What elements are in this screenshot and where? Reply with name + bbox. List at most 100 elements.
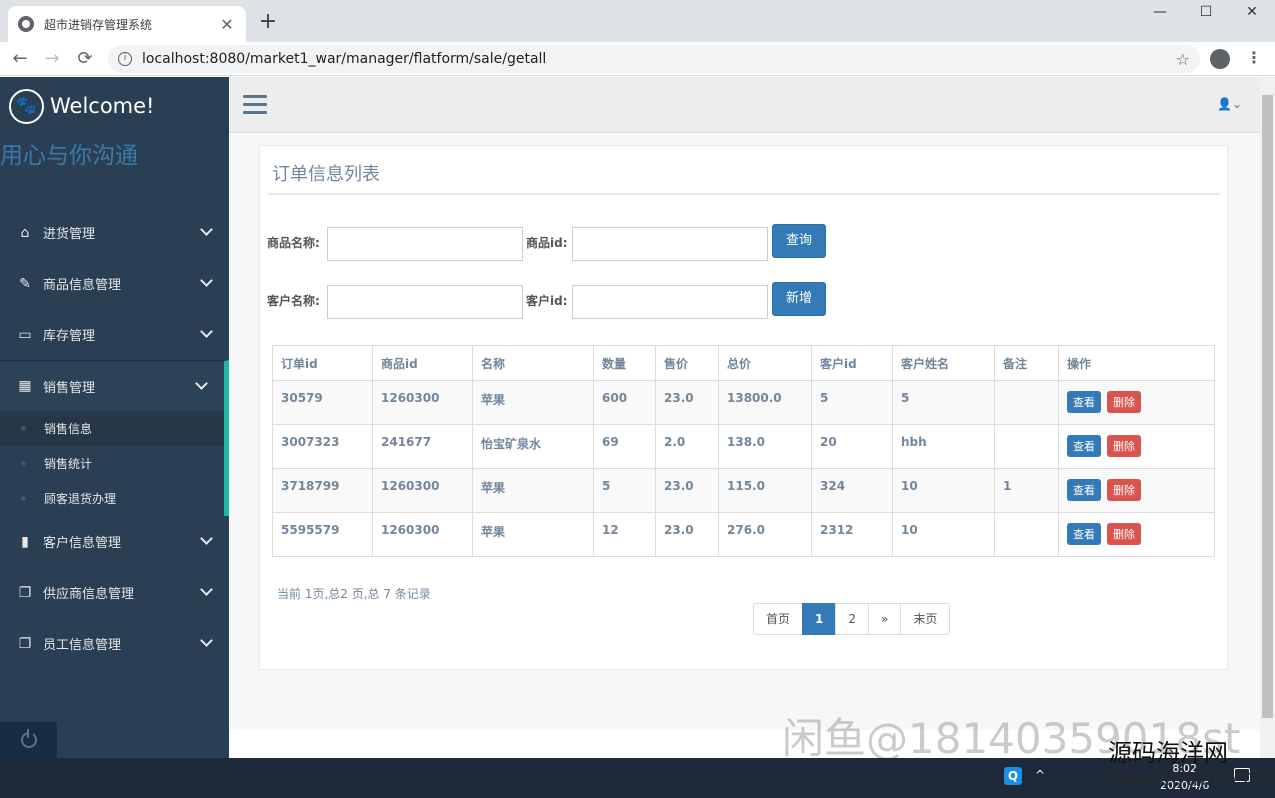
page-link-1[interactable]: 1 xyxy=(802,603,837,635)
sidebar-item-purchase[interactable]: ⌂ 进货管理 xyxy=(0,207,229,258)
search-button[interactable]: 查询 xyxy=(772,224,826,258)
chevron-down-icon xyxy=(200,532,213,545)
cell-product-id: 1260300 xyxy=(372,468,473,513)
sidebar-item-employees[interactable]: ❐ 员工信息管理 xyxy=(0,618,229,669)
view-button[interactable]: 查看 xyxy=(1067,435,1101,457)
sidebar-item-label: 商品信息管理 xyxy=(43,278,122,293)
close-tab-icon[interactable]: ✕ xyxy=(218,15,236,34)
sidebar-item-products[interactable]: ✎ 商品信息管理 xyxy=(0,258,229,309)
column-header: 客户姓名 xyxy=(892,345,995,381)
tray-expand-icon[interactable]: ^ xyxy=(1035,768,1045,782)
cell-quantity: 5 xyxy=(593,468,656,513)
browser-tab[interactable]: 超市进销存管理系统 ✕ xyxy=(8,6,246,42)
chevron-down-icon xyxy=(200,634,213,647)
back-button[interactable]: ← xyxy=(6,46,34,72)
delete-button[interactable]: 删除 xyxy=(1107,391,1141,413)
site-watermark-url: www.codehy.com xyxy=(1100,766,1275,791)
cell-actions: 查看 删除 xyxy=(1058,468,1215,513)
cell-name: 苹果 xyxy=(472,380,594,425)
site-watermark-cn: 源码海洋网 xyxy=(1108,739,1228,767)
customer-name-input[interactable] xyxy=(327,285,523,319)
cell-customer-id: 20 xyxy=(811,424,893,469)
table-row: 3718799 1260300 苹果 5 23.0 115.0 324 10 1… xyxy=(272,468,1215,513)
cell-total: 13800.0 xyxy=(718,380,812,425)
delete-button[interactable]: 删除 xyxy=(1107,435,1141,457)
view-button[interactable]: 查看 xyxy=(1067,479,1101,501)
sidebar-item-label: 库存管理 xyxy=(43,329,96,344)
add-button[interactable]: 新增 xyxy=(772,282,826,316)
delete-button[interactable]: 删除 xyxy=(1107,523,1141,545)
user-dropdown[interactable]: 👤⌄ xyxy=(1217,97,1242,111)
menu-toggle-icon[interactable] xyxy=(243,95,267,115)
product-id-input[interactable] xyxy=(572,227,768,261)
view-button[interactable]: 查看 xyxy=(1067,391,1101,413)
new-tab-button[interactable]: + xyxy=(256,10,280,34)
subitem-returns[interactable]: 顾客退货办理 xyxy=(0,481,224,516)
tab-title: 超市进销存管理系统 xyxy=(44,17,153,32)
logout-button[interactable] xyxy=(0,722,57,758)
column-header: 客户id xyxy=(811,345,893,381)
subitem-sales-stats[interactable]: 销售统计 xyxy=(0,446,224,481)
page-last-link[interactable]: 末页 xyxy=(900,603,951,635)
product-id-label: 商品id: xyxy=(526,236,568,250)
table-header-row: 订单id 商品id 名称 数量 售价 总价 客户id 客户姓名 备注 操作 xyxy=(272,345,1215,381)
bookmark-star-icon[interactable]: ☆ xyxy=(1176,50,1190,69)
page-scrollbar[interactable] xyxy=(1260,77,1275,758)
cell-customer-name: 10 xyxy=(892,468,995,513)
scroll-thumb[interactable] xyxy=(1262,95,1273,718)
cell-actions: 查看 删除 xyxy=(1058,380,1215,425)
globe-icon xyxy=(18,16,34,32)
info-icon[interactable]: i xyxy=(118,52,132,66)
page-next-link[interactable]: » xyxy=(868,603,902,635)
cell-quantity: 12 xyxy=(593,512,656,557)
reload-button[interactable]: ⟳ xyxy=(71,46,99,72)
table-icon: ▦ xyxy=(18,378,32,394)
profile-icon[interactable] xyxy=(1210,49,1230,69)
delete-button[interactable]: 删除 xyxy=(1107,479,1141,501)
cell-order-id: 5595579 xyxy=(272,512,373,557)
cell-remark xyxy=(994,380,1059,425)
cell-customer-name: 10 xyxy=(892,512,995,557)
url-text[interactable]: localhost:8080/market1_war/manager/flatf… xyxy=(142,51,1176,67)
cell-product-id: 241677 xyxy=(372,424,473,469)
brand[interactable]: 🐾 Welcome! xyxy=(0,77,229,135)
desktop-icon: ▭ xyxy=(18,326,32,343)
cell-price: 23.0 xyxy=(655,512,719,557)
cell-price: 23.0 xyxy=(655,380,719,425)
chevron-down-icon xyxy=(200,325,213,338)
sidebar-item-customers[interactable]: ▮ 客户信息管理 xyxy=(0,516,229,567)
sidebar-item-inventory[interactable]: ▭ 库存管理 xyxy=(0,309,229,360)
cell-total: 115.0 xyxy=(718,468,812,513)
url-field[interactable]: i localhost:8080/market1_war/manager/fla… xyxy=(108,45,1200,73)
sales-submenu: 销售信息 销售统计 顾客退货办理 xyxy=(0,411,229,516)
subitem-sales-info[interactable]: 销售信息 xyxy=(0,411,224,446)
column-header: 售价 xyxy=(655,345,719,381)
view-button[interactable]: 查看 xyxy=(1067,523,1101,545)
page-info: 当前 1页,总2 页,总 7 条记录 xyxy=(277,587,431,601)
paw-icon: 🐾 xyxy=(9,88,44,124)
maximize-button[interactable]: ☐ xyxy=(1183,0,1229,26)
forward-button[interactable]: → xyxy=(38,46,66,72)
top-nav: 👤⌄ xyxy=(229,77,1260,133)
sidebar-item-suppliers[interactable]: ❐ 供应商信息管理 xyxy=(0,567,229,618)
table-row: 30579 1260300 苹果 600 23.0 13800.0 5 5 查看… xyxy=(272,380,1215,425)
cell-customer-id: 2312 xyxy=(811,512,893,557)
customer-id-input[interactable] xyxy=(572,285,768,319)
sidebar-item-sales[interactable]: ▦ 销售管理 xyxy=(0,360,229,411)
cell-quantity: 600 xyxy=(593,380,656,425)
customer-name-label: 客户名称: xyxy=(267,294,320,308)
window-close-button[interactable]: ✕ xyxy=(1229,0,1275,26)
page-link-2[interactable]: 2 xyxy=(835,603,870,635)
cell-order-id: 3007323 xyxy=(272,424,373,469)
qq-icon[interactable]: Q xyxy=(1004,767,1022,785)
cell-name: 怡宝矿泉水 xyxy=(472,424,594,469)
home-icon: ⌂ xyxy=(20,224,30,241)
page-first-link[interactable]: 首页 xyxy=(753,603,804,635)
cell-order-id: 30579 xyxy=(272,380,373,425)
minimize-button[interactable]: — xyxy=(1137,0,1183,26)
cell-customer-name: hbh xyxy=(892,424,995,469)
product-name-input[interactable] xyxy=(327,227,523,261)
browser-menu-icon[interactable]: ⋮ xyxy=(1246,48,1262,67)
sidebar-item-label: 客户信息管理 xyxy=(43,536,122,551)
sidebar-item-label: 销售管理 xyxy=(43,380,96,396)
